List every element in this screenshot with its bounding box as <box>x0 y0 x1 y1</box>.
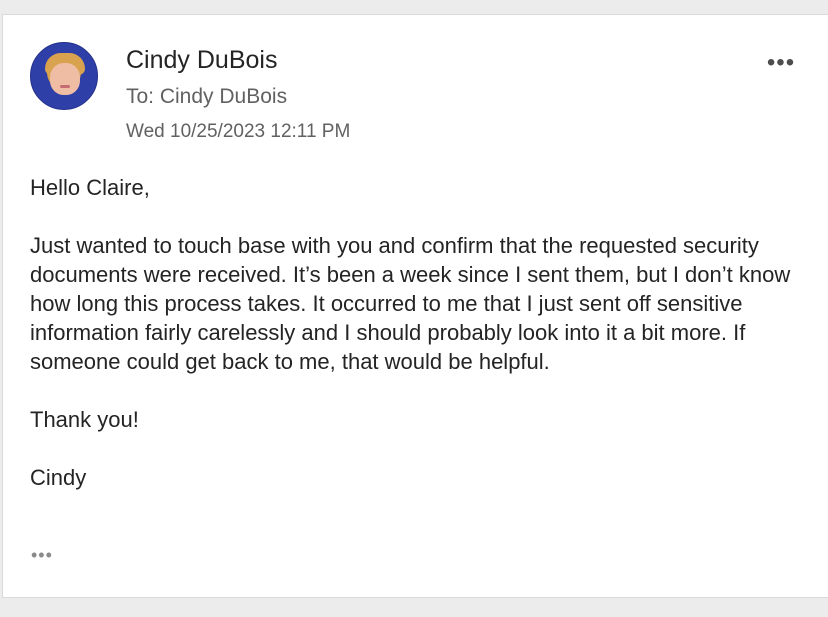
signature-text: Cindy <box>30 465 87 490</box>
avatar-mouth <box>60 85 70 88</box>
recipient-line: To: Cindy DuBois <box>126 85 288 108</box>
email-message-card: Cindy DuBois To: Cindy DuBois Wed 10/25/… <box>2 14 828 598</box>
more-horizontal-icon: ••• <box>766 49 796 76</box>
closing-text: Thank you! <box>30 407 139 432</box>
main-paragraph: Just wanted to touch base with you and c… <box>30 233 791 374</box>
greeting-text: Hello Claire, <box>30 175 150 200</box>
ellipsis-icon: ••• <box>31 544 53 565</box>
show-more-button[interactable]: ••• <box>31 543 71 567</box>
sender-name[interactable]: Cindy DuBois <box>126 46 277 75</box>
more-actions-button[interactable]: ••• <box>759 49 803 76</box>
message-date: Wed 10/25/2023 12:11 PM <box>126 121 351 142</box>
avatar-face <box>50 63 80 95</box>
sender-avatar[interactable] <box>30 42 98 110</box>
message-body: Hello Claire, Just wanted to touch base … <box>30 173 810 492</box>
